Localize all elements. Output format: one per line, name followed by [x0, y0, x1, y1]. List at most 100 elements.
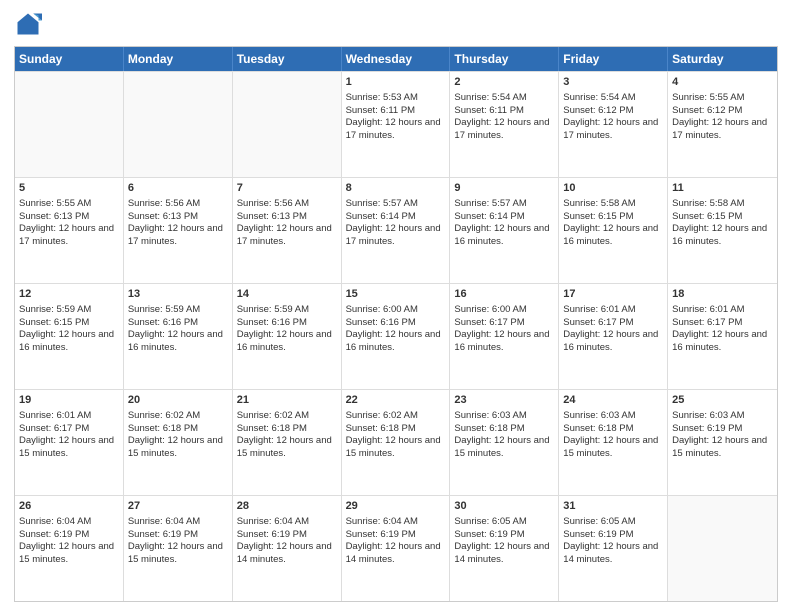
daylight-text: Daylight: 12 hours and 16 minutes.: [128, 329, 223, 353]
cal-cell-empty: [233, 72, 342, 177]
cal-cell-day-26: 26Sunrise: 6:04 AMSunset: 6:19 PMDayligh…: [15, 496, 124, 601]
cal-cell-day-30: 30Sunrise: 6:05 AMSunset: 6:19 PMDayligh…: [450, 496, 559, 601]
daylight-text: Daylight: 12 hours and 16 minutes.: [237, 329, 332, 353]
cal-row-5: 26Sunrise: 6:04 AMSunset: 6:19 PMDayligh…: [15, 495, 777, 601]
day-number: 3: [563, 75, 663, 90]
day-number: 27: [128, 499, 228, 514]
cal-cell-day-12: 12Sunrise: 5:59 AMSunset: 6:15 PMDayligh…: [15, 284, 124, 389]
cal-cell-day-4: 4Sunrise: 5:55 AMSunset: 6:12 PMDaylight…: [668, 72, 777, 177]
sunrise-text: Sunrise: 5:58 AM: [563, 198, 635, 209]
sunrise-text: Sunrise: 5:57 AM: [454, 198, 526, 209]
daylight-text: Daylight: 12 hours and 15 minutes.: [128, 435, 223, 459]
sunset-text: Sunset: 6:19 PM: [672, 423, 742, 434]
cal-cell-empty: [15, 72, 124, 177]
day-number: 22: [346, 393, 446, 408]
cal-cell-day-16: 16Sunrise: 6:00 AMSunset: 6:17 PMDayligh…: [450, 284, 559, 389]
calendar-header: SundayMondayTuesdayWednesdayThursdayFrid…: [15, 47, 777, 71]
cal-cell-day-9: 9Sunrise: 5:57 AMSunset: 6:14 PMDaylight…: [450, 178, 559, 283]
sunrise-text: Sunrise: 6:00 AM: [346, 304, 418, 315]
sunset-text: Sunset: 6:15 PM: [19, 317, 89, 328]
cal-cell-empty: [668, 496, 777, 601]
sunset-text: Sunset: 6:17 PM: [19, 423, 89, 434]
sunrise-text: Sunrise: 6:02 AM: [128, 410, 200, 421]
cal-cell-day-19: 19Sunrise: 6:01 AMSunset: 6:17 PMDayligh…: [15, 390, 124, 495]
cal-cell-day-7: 7Sunrise: 5:56 AMSunset: 6:13 PMDaylight…: [233, 178, 342, 283]
day-number: 28: [237, 499, 337, 514]
sunrise-text: Sunrise: 6:00 AM: [454, 304, 526, 315]
sunset-text: Sunset: 6:18 PM: [346, 423, 416, 434]
calendar-body: 1Sunrise: 5:53 AMSunset: 6:11 PMDaylight…: [15, 71, 777, 601]
sunrise-text: Sunrise: 6:03 AM: [563, 410, 635, 421]
daylight-text: Daylight: 12 hours and 16 minutes.: [672, 223, 767, 247]
day-number: 1: [346, 75, 446, 90]
day-number: 17: [563, 287, 663, 302]
cal-cell-day-31: 31Sunrise: 6:05 AMSunset: 6:19 PMDayligh…: [559, 496, 668, 601]
cal-cell-day-1: 1Sunrise: 5:53 AMSunset: 6:11 PMDaylight…: [342, 72, 451, 177]
cal-header-sunday: Sunday: [15, 47, 124, 71]
sunrise-text: Sunrise: 6:04 AM: [19, 516, 91, 527]
cal-cell-day-27: 27Sunrise: 6:04 AMSunset: 6:19 PMDayligh…: [124, 496, 233, 601]
daylight-text: Daylight: 12 hours and 16 minutes.: [563, 223, 658, 247]
day-number: 20: [128, 393, 228, 408]
sunset-text: Sunset: 6:14 PM: [346, 211, 416, 222]
daylight-text: Daylight: 12 hours and 15 minutes.: [454, 435, 549, 459]
daylight-text: Daylight: 12 hours and 15 minutes.: [19, 435, 114, 459]
sunset-text: Sunset: 6:12 PM: [672, 105, 742, 116]
sunset-text: Sunset: 6:19 PM: [237, 529, 307, 540]
sunset-text: Sunset: 6:15 PM: [672, 211, 742, 222]
cal-cell-day-24: 24Sunrise: 6:03 AMSunset: 6:18 PMDayligh…: [559, 390, 668, 495]
sunrise-text: Sunrise: 5:54 AM: [563, 92, 635, 103]
sunset-text: Sunset: 6:19 PM: [128, 529, 198, 540]
cal-header-thursday: Thursday: [450, 47, 559, 71]
day-number: 24: [563, 393, 663, 408]
sunset-text: Sunset: 6:19 PM: [19, 529, 89, 540]
day-number: 4: [672, 75, 773, 90]
cal-cell-day-3: 3Sunrise: 5:54 AMSunset: 6:12 PMDaylight…: [559, 72, 668, 177]
daylight-text: Daylight: 12 hours and 15 minutes.: [672, 435, 767, 459]
day-number: 2: [454, 75, 554, 90]
day-number: 29: [346, 499, 446, 514]
daylight-text: Daylight: 12 hours and 16 minutes.: [346, 329, 441, 353]
day-number: 5: [19, 181, 119, 196]
cal-cell-day-25: 25Sunrise: 6:03 AMSunset: 6:19 PMDayligh…: [668, 390, 777, 495]
day-number: 25: [672, 393, 773, 408]
page: SundayMondayTuesdayWednesdayThursdayFrid…: [0, 0, 792, 612]
daylight-text: Daylight: 12 hours and 17 minutes.: [563, 117, 658, 141]
daylight-text: Daylight: 12 hours and 17 minutes.: [19, 223, 114, 247]
day-number: 21: [237, 393, 337, 408]
day-number: 15: [346, 287, 446, 302]
sunrise-text: Sunrise: 5:54 AM: [454, 92, 526, 103]
sunset-text: Sunset: 6:16 PM: [128, 317, 198, 328]
sunset-text: Sunset: 6:18 PM: [454, 423, 524, 434]
day-number: 10: [563, 181, 663, 196]
cal-cell-day-17: 17Sunrise: 6:01 AMSunset: 6:17 PMDayligh…: [559, 284, 668, 389]
daylight-text: Daylight: 12 hours and 14 minutes.: [563, 541, 658, 565]
day-number: 18: [672, 287, 773, 302]
cal-cell-day-14: 14Sunrise: 5:59 AMSunset: 6:16 PMDayligh…: [233, 284, 342, 389]
cal-header-saturday: Saturday: [668, 47, 777, 71]
cal-cell-day-23: 23Sunrise: 6:03 AMSunset: 6:18 PMDayligh…: [450, 390, 559, 495]
sunrise-text: Sunrise: 5:57 AM: [346, 198, 418, 209]
day-number: 7: [237, 181, 337, 196]
day-number: 23: [454, 393, 554, 408]
sunrise-text: Sunrise: 6:05 AM: [563, 516, 635, 527]
cal-cell-day-11: 11Sunrise: 5:58 AMSunset: 6:15 PMDayligh…: [668, 178, 777, 283]
cal-cell-day-6: 6Sunrise: 5:56 AMSunset: 6:13 PMDaylight…: [124, 178, 233, 283]
cal-cell-day-10: 10Sunrise: 5:58 AMSunset: 6:15 PMDayligh…: [559, 178, 668, 283]
sunset-text: Sunset: 6:18 PM: [237, 423, 307, 434]
day-number: 16: [454, 287, 554, 302]
daylight-text: Daylight: 12 hours and 15 minutes.: [346, 435, 441, 459]
daylight-text: Daylight: 12 hours and 14 minutes.: [454, 541, 549, 565]
cal-cell-day-15: 15Sunrise: 6:00 AMSunset: 6:16 PMDayligh…: [342, 284, 451, 389]
sunrise-text: Sunrise: 5:59 AM: [237, 304, 309, 315]
sunrise-text: Sunrise: 6:04 AM: [346, 516, 418, 527]
sunset-text: Sunset: 6:17 PM: [454, 317, 524, 328]
cal-cell-day-5: 5Sunrise: 5:55 AMSunset: 6:13 PMDaylight…: [15, 178, 124, 283]
cal-header-wednesday: Wednesday: [342, 47, 451, 71]
sunrise-text: Sunrise: 5:58 AM: [672, 198, 744, 209]
sunset-text: Sunset: 6:14 PM: [454, 211, 524, 222]
sunset-text: Sunset: 6:11 PM: [346, 105, 416, 116]
sunset-text: Sunset: 6:18 PM: [563, 423, 633, 434]
day-number: 13: [128, 287, 228, 302]
cal-row-4: 19Sunrise: 6:01 AMSunset: 6:17 PMDayligh…: [15, 389, 777, 495]
